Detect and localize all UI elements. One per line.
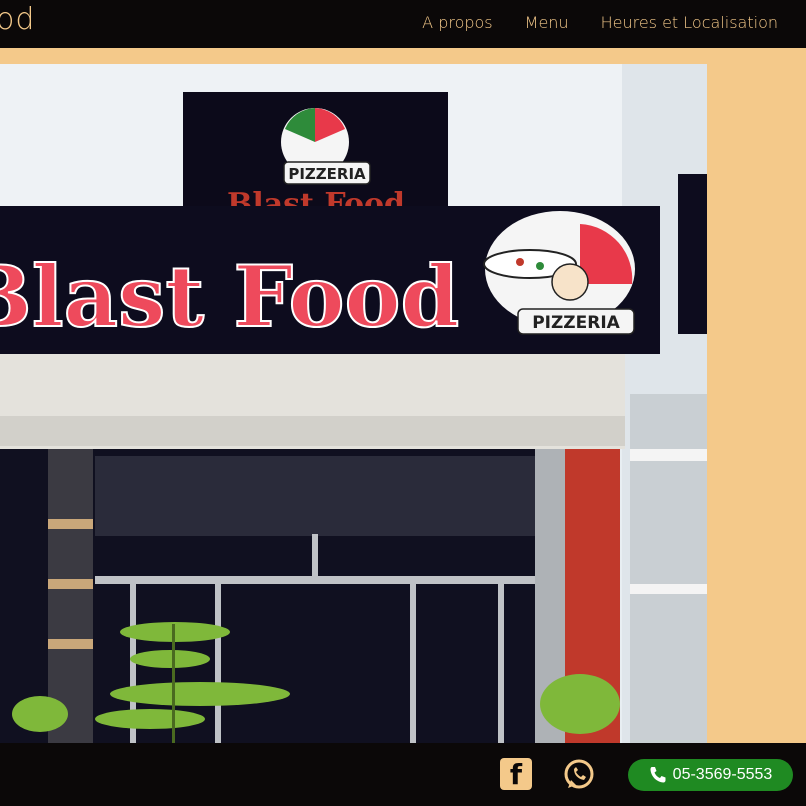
nav-link-a-propos[interactable]: A propos [422,13,492,32]
facebook-icon[interactable]: f [500,758,532,791]
main-sign-pizzeria: PIZZERIA [532,313,620,333]
phone-number: 05-3569-5553 [672,766,773,783]
nav-link-menu[interactable]: Menu [525,13,569,32]
main-nav: A propos Menu Heures et Localisation [422,13,778,32]
phone-button[interactable]: 05-3569-5553 [628,759,793,791]
whatsapp-icon[interactable] [562,758,596,792]
top-navigation-bar: od A propos Menu Heures et Localisation [0,0,806,48]
upper-sign-pizzeria: PIZZERIA [288,165,366,183]
nav-link-hours-location[interactable]: Heures et Localisation [601,13,778,32]
main-sign-text: Blast Food [0,247,459,346]
brand-logo[interactable]: od [0,2,35,37]
footer-bar: f 05-3569-5553 [0,743,806,806]
storefront-photo: PIZZERIA Blast Food Blast Food PIZZERIA [0,64,707,744]
phone-icon [650,767,666,783]
